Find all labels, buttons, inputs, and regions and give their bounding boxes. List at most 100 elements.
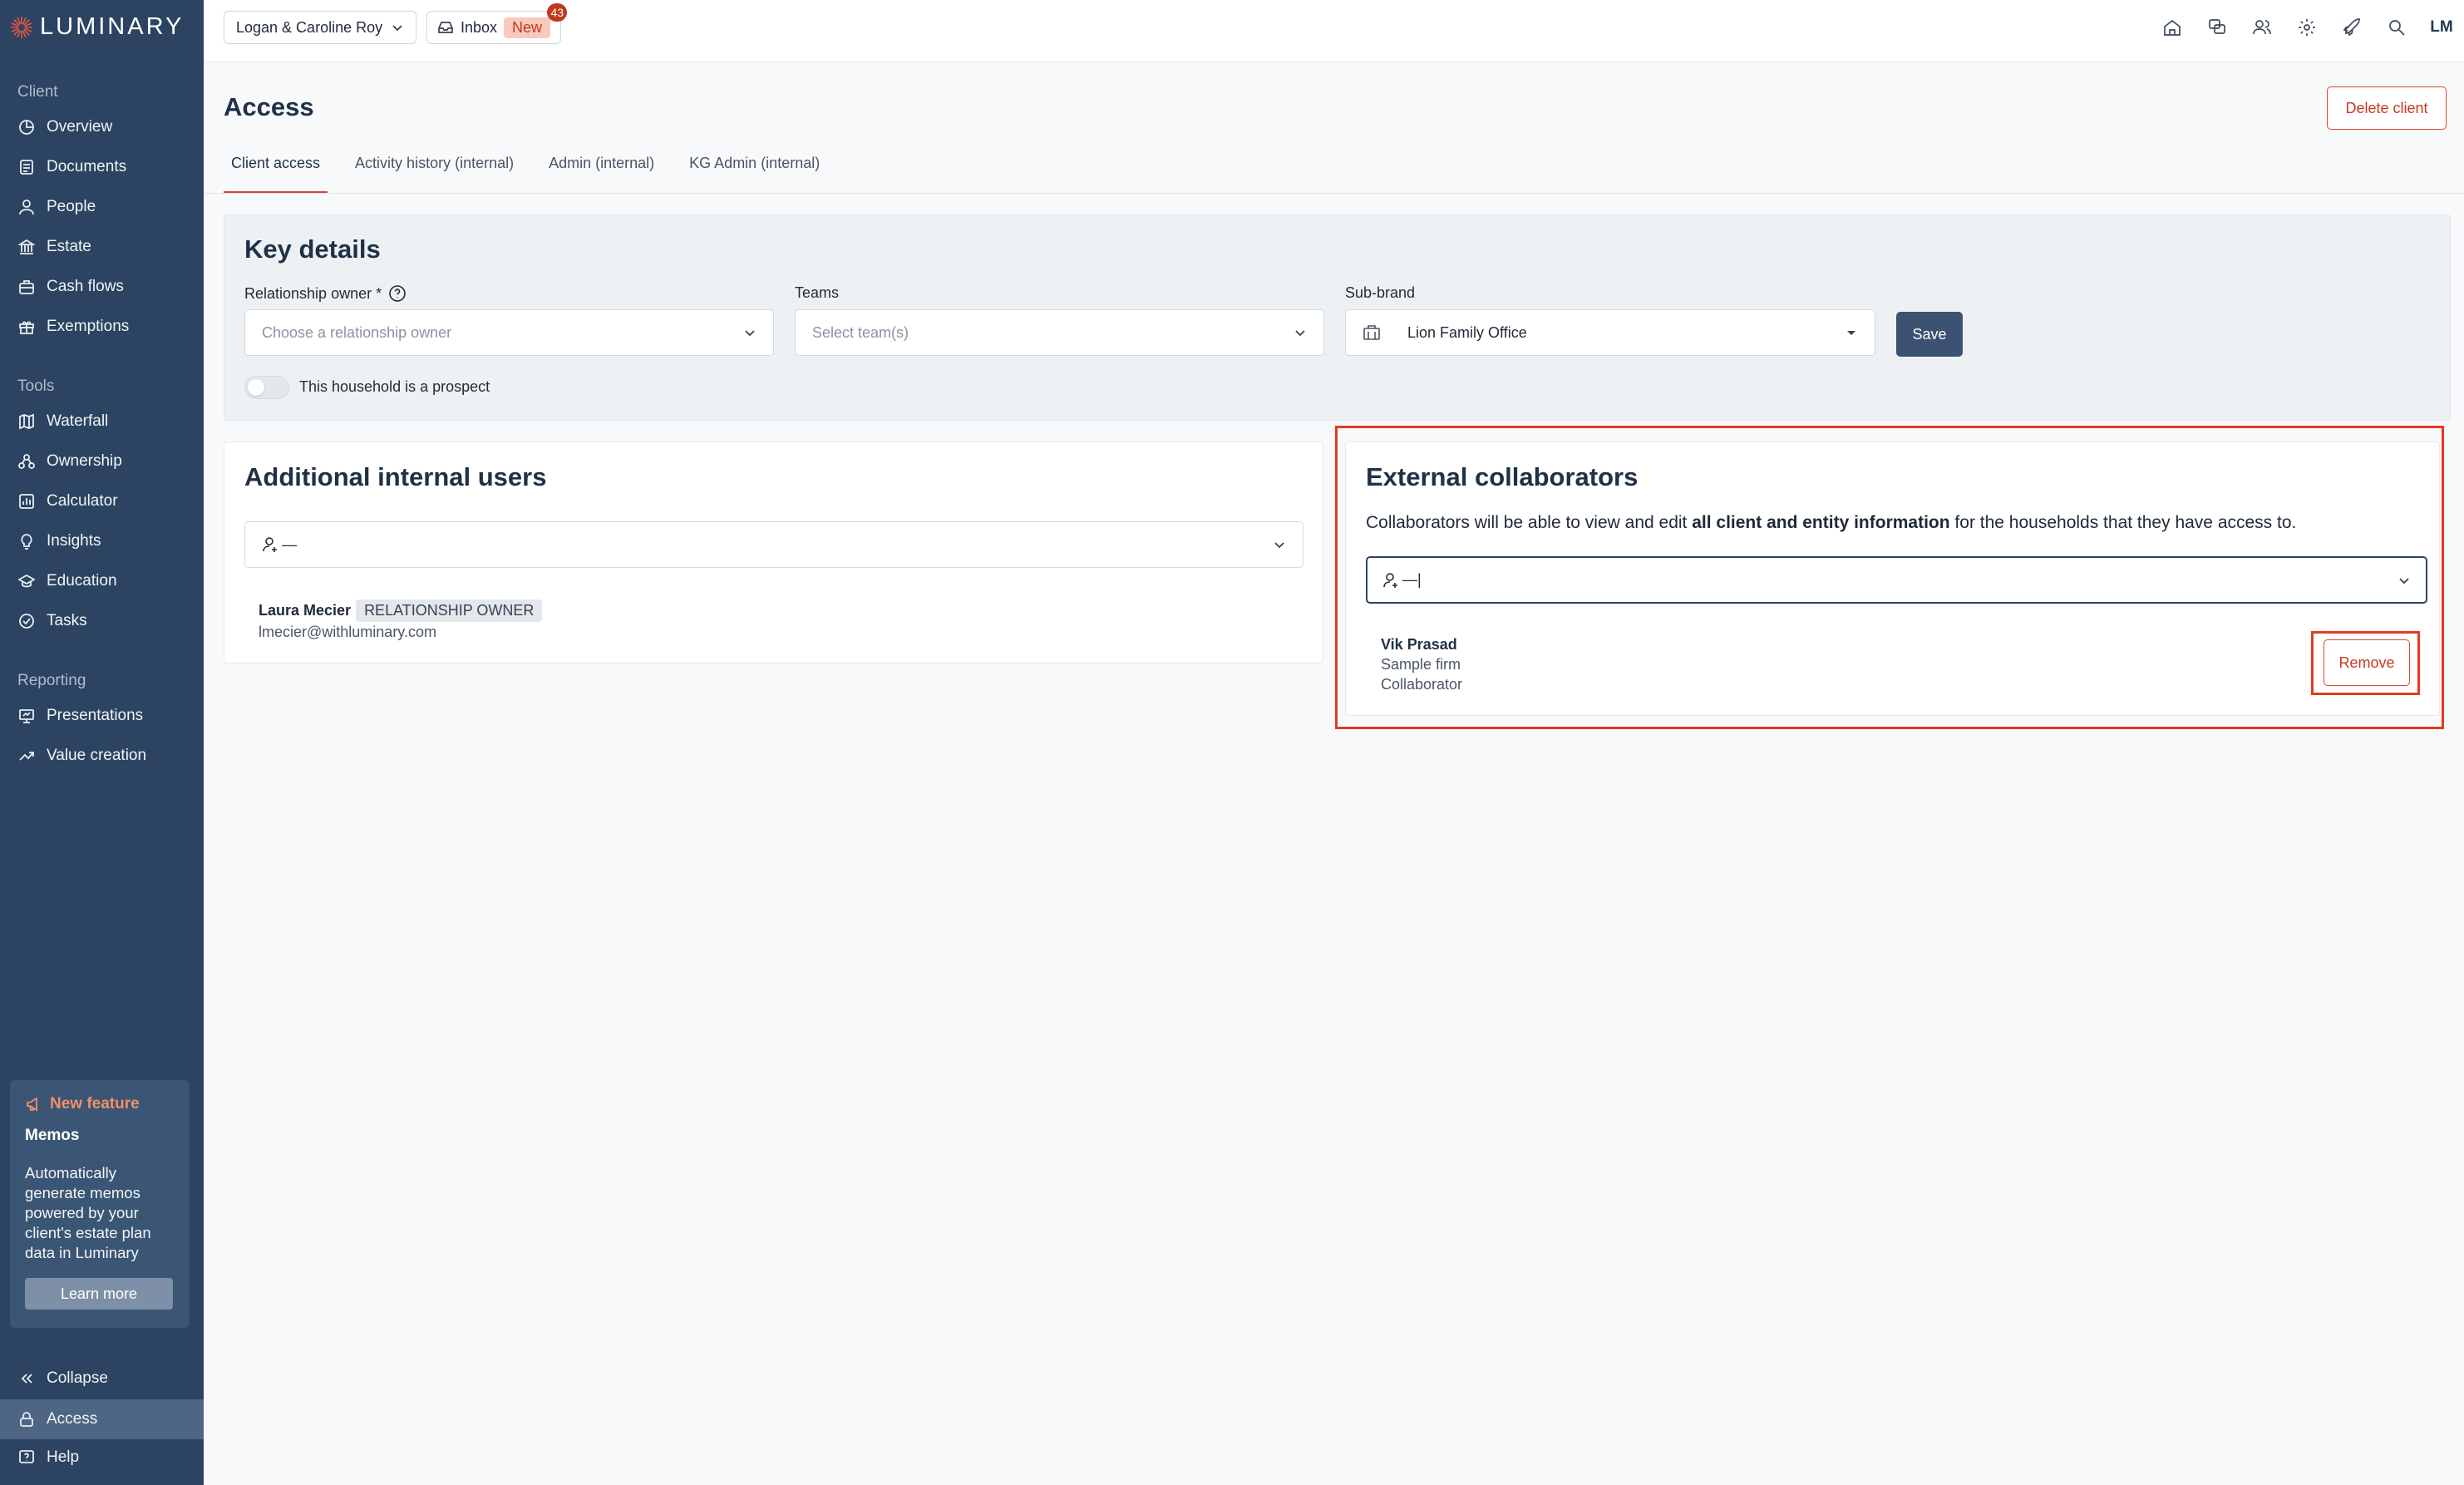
briefcase-icon [17, 278, 36, 296]
chevron-down-icon [2399, 578, 2409, 585]
sidebar-item-label: Access [47, 1410, 98, 1428]
lock-icon [17, 1410, 36, 1428]
collaborator-role: Collaborator [1381, 676, 1463, 693]
presentation-icon [17, 707, 36, 725]
internal-user-row: Laura Mecier RELATIONSHIP OWNER lmecier@… [259, 599, 543, 641]
sidebar-item-help[interactable]: Help [0, 1439, 204, 1476]
promo-badge: New feature [25, 1095, 175, 1113]
sub-brand-select[interactable]: Lion Family Office [1345, 309, 1875, 356]
sub-brand-label-text: Sub-brand [1345, 284, 1416, 301]
sidebar-item-overview[interactable]: Overview [0, 109, 204, 146]
page-title: Access [224, 92, 314, 121]
relationship-owner-select[interactable]: Choose a relationship owner [244, 309, 774, 356]
sidebar-item-label: Insights [47, 532, 101, 550]
internal-users-input-value: — [282, 535, 297, 553]
external-collaborator-input[interactable]: —| [1366, 556, 2427, 604]
collaborator-name: Vik Prasad [1381, 636, 1457, 653]
section-label-tools: Tools [17, 377, 55, 395]
relationship-owner-label: Relationship owner * [244, 284, 407, 303]
top-bar: Logan & Caroline Roy Inbox New 43 LM [204, 0, 2464, 62]
sidebar-item-label: Value creation [47, 747, 147, 764]
inbox-button[interactable]: Inbox New 43 [426, 3, 568, 44]
sidebar-item-education[interactable]: Education [0, 563, 204, 599]
remove-collaborator-button[interactable]: Remove [2324, 639, 2410, 686]
tab-activity-history[interactable]: Activity history (internal) [347, 150, 521, 194]
sidebar-item-collapse[interactable]: Collapse [0, 1360, 204, 1397]
sidebar-item-estate[interactable]: Estate [0, 229, 204, 265]
sidebar-item-waterfall[interactable]: Waterfall [0, 403, 204, 440]
sidebar-item-insights[interactable]: Insights [0, 523, 204, 560]
rocket-icon[interactable] [2329, 5, 2374, 50]
section-label-client: Client [17, 83, 58, 101]
add-user-icon [1383, 573, 1397, 588]
teams-select[interactable]: Select team(s) [795, 309, 1324, 356]
tab-client-access[interactable]: Client access [224, 150, 328, 194]
sidebar-item-label: Overview [47, 118, 113, 136]
chart-pie-icon [17, 118, 36, 136]
client-switcher[interactable]: Logan & Caroline Roy [224, 11, 417, 44]
sidebar-item-tasks[interactable]: Tasks [0, 603, 204, 639]
external-collaborators-description: Collaborators will be able to view and e… [1366, 513, 2296, 533]
bar-chart-icon [17, 492, 36, 511]
internal-users-title: Additional internal users [244, 462, 547, 491]
chevron-down-icon [1274, 542, 1284, 549]
internal-users-select[interactable]: — [244, 521, 1303, 568]
sidebar-item-label: Ownership [47, 452, 122, 470]
external-collaborators-title: External collaborators [1366, 462, 1639, 491]
building-icon [1363, 325, 1380, 340]
tab-admin[interactable]: Admin (internal) [541, 150, 662, 194]
delete-client-button[interactable]: Delete client [2327, 86, 2447, 130]
graduation-icon [17, 572, 36, 590]
help-circle-icon[interactable] [388, 284, 407, 303]
client-name: Logan & Caroline Roy [236, 18, 383, 36]
sidebar-item-label: Estate [47, 238, 91, 255]
sidebar-item-presentations[interactable]: Presentations [0, 698, 204, 734]
sidebar-item-people[interactable]: People [0, 189, 204, 225]
prospect-toggle[interactable] [244, 376, 289, 399]
teams-placeholder: Select team(s) [812, 323, 909, 341]
logo[interactable]: LUMINARY [10, 13, 184, 41]
sidebar-item-label: Calculator [47, 492, 118, 510]
section-label-reporting: Reporting [17, 672, 86, 689]
document-icon [17, 158, 36, 176]
home-icon[interactable] [2150, 5, 2195, 50]
sidebar-item-ownership[interactable]: Ownership [0, 443, 204, 480]
tab-kg-admin[interactable]: KG Admin (internal) [682, 150, 827, 194]
sidebar-item-cash-flows[interactable]: Cash flows [0, 269, 204, 305]
inbox-icon [438, 22, 453, 33]
people-icon[interactable] [2240, 5, 2284, 50]
sidebar-item-label: Education [47, 572, 117, 590]
bank-icon [17, 238, 36, 256]
sidebar-item-exemptions[interactable]: Exemptions [0, 308, 204, 345]
sunburst-logo-icon [11, 16, 32, 38]
relationship-owner-label-text: Relationship owner * [244, 284, 382, 302]
avatar[interactable]: LM [2419, 5, 2464, 50]
gift-icon [17, 318, 36, 336]
save-button[interactable]: Save [1896, 312, 1963, 357]
chat-icon[interactable] [2195, 5, 2240, 50]
sidebar: LUMINARY Client Overview Documents Peopl… [0, 0, 204, 1485]
sidebar-item-access[interactable]: Access [0, 1399, 204, 1439]
relationship-owner-badge: RELATIONSHIP OWNER [356, 599, 543, 622]
learn-more-button[interactable]: Learn more [25, 1278, 173, 1310]
sidebar-item-label: Presentations [47, 707, 144, 724]
sidebar-item-calculator[interactable]: Calculator [0, 483, 204, 520]
help-icon [17, 1448, 36, 1467]
sidebar-item-label: Collapse [47, 1369, 108, 1387]
key-details-title: Key details [244, 234, 381, 264]
tabs: Client access Activity history (internal… [224, 150, 847, 194]
promo-title: Memos [25, 1127, 80, 1144]
gear-icon[interactable] [2284, 5, 2329, 50]
sidebar-item-label: Tasks [47, 612, 87, 629]
promo-badge-text: New feature [50, 1095, 140, 1113]
chevron-down-icon [745, 330, 755, 337]
promo-text: Automatically generate memos powered by … [25, 1164, 151, 1261]
trend-up-icon [17, 747, 36, 765]
tabs-divider [204, 193, 2464, 194]
sidebar-item-value-creation[interactable]: Value creation [0, 738, 204, 774]
search-icon[interactable] [2374, 5, 2419, 50]
ownership-icon [17, 452, 36, 471]
user-email: lmecier@withluminary.com [259, 624, 436, 640]
sidebar-item-label: People [47, 198, 96, 215]
sidebar-item-documents[interactable]: Documents [0, 149, 204, 185]
